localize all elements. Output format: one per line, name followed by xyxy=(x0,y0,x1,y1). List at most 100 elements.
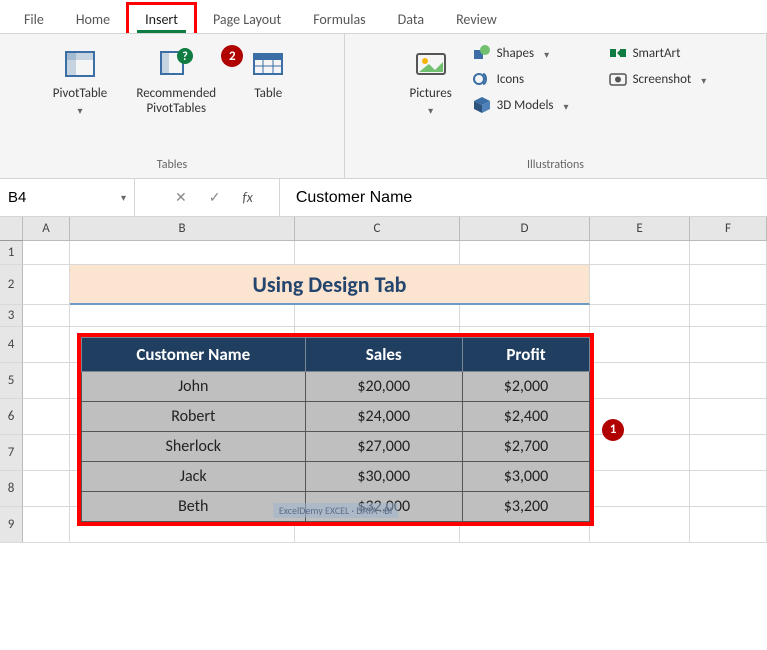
name-box-input[interactable] xyxy=(8,189,126,206)
table-cell[interactable]: $20,000 xyxy=(305,372,462,402)
table-cell[interactable]: $3,000 xyxy=(462,462,589,492)
formula-input[interactable] xyxy=(280,179,767,216)
chevron-down-icon: ▾ xyxy=(428,104,433,117)
pictures-button[interactable]: Pictures ▾ xyxy=(401,40,461,118)
accept-formula-icon[interactable]: ✓ xyxy=(209,189,221,206)
shapes-label: Shapes xyxy=(497,46,534,61)
tab-insert[interactable]: Insert xyxy=(126,2,197,33)
tab-file[interactable]: File xyxy=(8,5,60,33)
illustrations-group-label: Illustrations xyxy=(527,156,584,175)
table-cell[interactable]: $2,400 xyxy=(462,402,589,432)
row-header[interactable]: 9 xyxy=(0,507,23,543)
table-cell[interactable]: $3,200 xyxy=(462,492,589,522)
chevron-down-icon: ▾ xyxy=(701,74,706,87)
recommended-pivottables-button[interactable]: ? Recommended PivotTables 2 xyxy=(116,40,236,118)
ribbon-group-tables: PivotTable ▾ ? Recommended PivotTables 2… xyxy=(0,34,345,178)
ribbon-tabs: File Home Insert Page Layout Formulas Da… xyxy=(0,0,767,34)
tab-data[interactable]: Data xyxy=(382,5,440,33)
worksheet-grid[interactable]: 1 2 Using Design Tab 3 4 5 6 7 8 9 Custo… xyxy=(0,241,767,543)
tab-page-layout[interactable]: Page Layout xyxy=(197,5,297,33)
table-cell[interactable]: Beth xyxy=(82,492,306,522)
table-row[interactable]: Robert$24,000$2,400 xyxy=(82,402,590,432)
tab-formulas[interactable]: Formulas xyxy=(297,5,381,33)
pivottable-button[interactable]: PivotTable ▾ xyxy=(46,40,115,118)
row-header[interactable]: 2 xyxy=(0,265,23,305)
section-title: Using Design Tab xyxy=(70,265,590,305)
pictures-icon xyxy=(412,45,450,83)
name-formula-bar: ▾ ✕ ✓ fx xyxy=(0,179,767,217)
smartart-button[interactable]: SmartArt xyxy=(605,42,711,64)
pivottable-icon xyxy=(61,45,99,83)
table-cell[interactable]: Sherlock xyxy=(82,432,306,462)
col-header[interactable]: C xyxy=(295,217,460,241)
table-cell[interactable]: Robert xyxy=(82,402,306,432)
name-box[interactable]: ▾ xyxy=(0,179,135,216)
table-row[interactable]: John$20,000$2,000 xyxy=(82,372,590,402)
col-header[interactable]: A xyxy=(23,217,70,241)
selected-table-range[interactable]: Customer Name Sales Profit John$20,000$2… xyxy=(77,333,594,526)
table-cell[interactable]: $32,000 xyxy=(305,492,462,522)
shapes-icon xyxy=(473,44,491,62)
cube-icon xyxy=(473,96,491,114)
3d-models-label: 3D Models xyxy=(497,98,554,113)
recommended-pivottables-label: Recommended PivotTables xyxy=(136,87,216,117)
select-all-corner[interactable] xyxy=(0,217,23,241)
icons-button[interactable]: Icons xyxy=(469,68,573,90)
ribbon: PivotTable ▾ ? Recommended PivotTables 2… xyxy=(0,34,767,179)
col-header[interactable]: F xyxy=(690,217,767,241)
table-cell[interactable]: $30,000 xyxy=(305,462,462,492)
row-header[interactable]: 6 xyxy=(0,399,23,435)
recommended-pivottables-icon: ? xyxy=(157,45,195,83)
row-header[interactable]: 7 xyxy=(0,435,23,471)
icons-icon xyxy=(473,70,491,88)
data-table: Customer Name Sales Profit John$20,000$2… xyxy=(81,337,590,522)
col-header[interactable]: D xyxy=(460,217,590,241)
row-header[interactable]: 4 xyxy=(0,327,23,363)
table-cell[interactable]: $24,000 xyxy=(305,402,462,432)
table-header[interactable]: Sales xyxy=(305,338,462,372)
smartart-icon xyxy=(609,44,627,62)
fx-icon[interactable]: fx xyxy=(242,189,252,206)
table-row[interactable]: Sherlock$27,000$2,700 xyxy=(82,432,590,462)
chevron-down-icon: ▾ xyxy=(564,100,569,113)
column-headers: A B C D E F xyxy=(0,217,767,241)
3d-models-button[interactable]: 3D Models ▾ xyxy=(469,94,573,116)
table-button[interactable]: Table xyxy=(238,40,298,103)
chevron-down-icon: ▾ xyxy=(544,48,549,61)
table-header[interactable]: Customer Name xyxy=(82,338,306,372)
table-header-row: Customer Name Sales Profit xyxy=(82,338,590,372)
shapes-button[interactable]: Shapes ▾ xyxy=(469,42,573,64)
cancel-formula-icon[interactable]: ✕ xyxy=(175,189,187,206)
screenshot-label: Screenshot xyxy=(633,72,692,87)
table-cell[interactable]: $2,700 xyxy=(462,432,589,462)
row-header[interactable]: 5 xyxy=(0,363,23,399)
table-row[interactable]: Jack$30,000$3,000 xyxy=(82,462,590,492)
row-header[interactable]: 3 xyxy=(0,305,23,327)
table-cell[interactable]: Jack xyxy=(82,462,306,492)
row-header[interactable]: 8 xyxy=(0,471,23,507)
table-label: Table xyxy=(254,87,282,102)
table-cell[interactable]: $2,000 xyxy=(462,372,589,402)
pictures-label: Pictures xyxy=(410,87,452,102)
chevron-down-icon: ▾ xyxy=(77,104,82,117)
ribbon-group-illustrations: Pictures ▾ Shapes ▾ Icons xyxy=(345,34,767,178)
icons-label: Icons xyxy=(497,72,524,87)
col-header[interactable]: B xyxy=(70,217,295,241)
screenshot-button[interactable]: Screenshot ▾ xyxy=(605,68,711,90)
tab-home[interactable]: Home xyxy=(60,5,126,33)
chevron-down-icon[interactable]: ▾ xyxy=(121,191,126,204)
col-header[interactable]: E xyxy=(590,217,690,241)
smartart-label: SmartArt xyxy=(633,46,681,61)
table-icon xyxy=(249,45,287,83)
row-header[interactable]: 1 xyxy=(0,241,23,265)
callout-1: 1 xyxy=(602,419,624,441)
table-header[interactable]: Profit xyxy=(462,338,589,372)
table-row[interactable]: Beth$32,000$3,200 xyxy=(82,492,590,522)
svg-text:?: ? xyxy=(182,50,188,64)
screenshot-icon xyxy=(609,70,627,88)
table-cell[interactable]: $27,000 xyxy=(305,432,462,462)
tab-review[interactable]: Review xyxy=(440,5,513,33)
pivottable-label: PivotTable xyxy=(53,87,108,102)
table-cell[interactable]: John xyxy=(82,372,306,402)
tables-group-label: Tables xyxy=(157,156,187,175)
